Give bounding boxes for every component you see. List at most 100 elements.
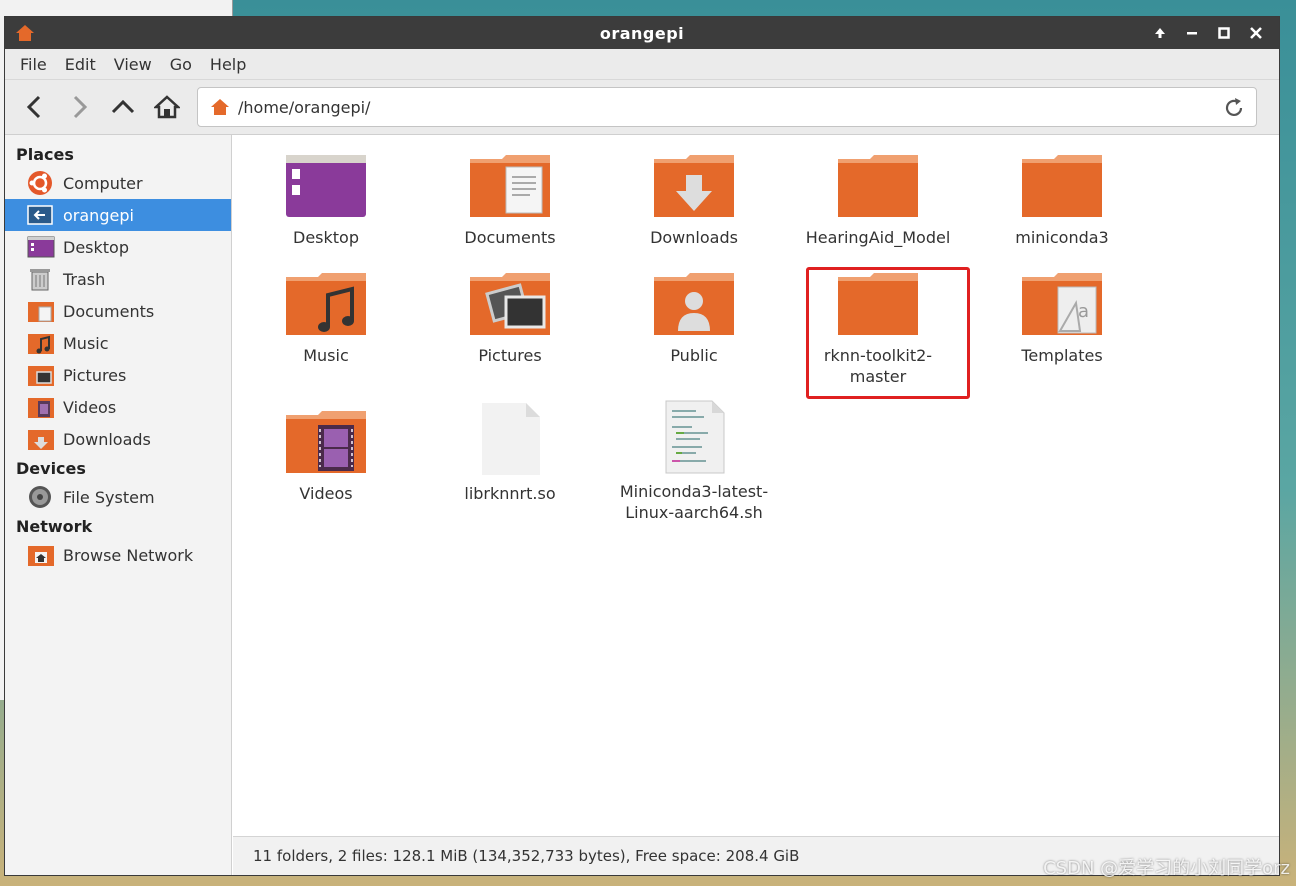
sidebar-item-pictures[interactable]: Pictures [5,359,231,391]
menu-help[interactable]: Help [201,55,255,74]
file-item-miniconda-installer[interactable]: Miniconda3-latest- Linux-aarch64.sh [604,399,784,523]
file-label: Documents [464,228,556,247]
computer-icon [28,171,52,195]
file-icon [482,403,540,475]
public-folder-icon [654,273,734,335]
sidebar-item-desktop[interactable]: Desktop [5,231,231,263]
file-item-templates[interactable]: a Templates [972,269,1152,366]
sidebar-item-label: Downloads [63,429,151,449]
downloads-folder-icon [654,155,734,217]
sidebar-item-orangepi[interactable]: orangepi [5,199,231,231]
file-item-videos[interactable]: Videos [236,407,416,504]
refresh-icon[interactable] [1222,96,1246,120]
file-label: librknnrt.so [464,484,556,503]
music-folder-icon [286,273,366,335]
home-icon [154,95,180,119]
menu-edit[interactable]: Edit [56,55,105,74]
file-label: Public [670,346,718,365]
home-button[interactable] [145,85,189,129]
folder-icon [1022,155,1102,217]
sidebar-item-label: Trash [63,269,106,289]
videos-folder-icon [286,411,366,473]
sidebar-item-label: Computer [63,173,143,193]
file-label: HearingAid_Model [805,228,951,247]
back-button[interactable] [13,85,57,129]
maximize-button[interactable] [1211,21,1237,45]
chevron-up-icon [111,99,135,114]
sidebar-item-file-system[interactable]: File System [5,481,231,513]
address-path: /home/orangepi/ [238,97,371,117]
sidebar-item-label: Pictures [63,365,127,385]
file-item-hearingaid-model[interactable]: HearingAid_Model [788,151,968,248]
file-label: Pictures [478,346,542,365]
folder-icon [838,155,918,217]
chevron-left-icon [26,95,41,119]
file-item-public[interactable]: Public [604,269,784,366]
forward-button[interactable] [57,85,101,129]
sidebar-item-videos[interactable]: Videos [5,391,231,423]
network-header: Network [16,517,93,536]
sidebar-item-downloads[interactable]: Downloads [5,423,231,455]
arrow-up-icon [1155,28,1165,38]
documents-folder-icon [470,155,550,217]
file-item-miniconda3[interactable]: miniconda3 [972,151,1152,248]
home-icon [16,25,34,41]
menu-go[interactable]: Go [161,55,201,74]
file-item-desktop[interactable]: Desktop [236,151,416,248]
file-label: Music [303,346,349,365]
address-bar[interactable]: /home/orangepi/ [197,87,1257,127]
sidebar-item-trash[interactable]: Trash [5,263,231,295]
trash-icon [30,269,50,291]
desktop-icon [27,236,55,258]
up-button[interactable] [101,85,145,129]
pictures-folder-icon [28,366,54,386]
close-icon [1250,27,1262,39]
keep-above-button[interactable] [1147,21,1173,45]
file-item-downloads[interactable]: Downloads [604,151,784,248]
sidebar-item-documents[interactable]: Documents [5,295,231,327]
file-label: miniconda3 [1015,228,1109,247]
templates-folder-icon: a [1022,273,1102,335]
toolbar: /home/orangepi/ [5,80,1279,135]
sidebar-item-computer[interactable]: Computer [5,167,231,199]
file-grid: Desktop Documents Downloads HearingAid_M… [232,135,1279,875]
sidebar-item-label: Music [63,333,109,353]
sidebar-item-label: Documents [63,301,155,321]
file-item-librknnrt[interactable]: librknnrt.so [420,401,600,504]
maximize-icon [1218,27,1230,39]
sidebar-item-label: File System [63,487,155,507]
documents-folder-icon [28,302,54,322]
close-button[interactable] [1243,21,1269,45]
title-bar: orangepi [5,17,1279,49]
svg-text:a: a [1078,301,1089,322]
file-label: Desktop [293,228,359,247]
file-manager-window: orangepi File Edit View Go Help /home/or… [4,16,1280,876]
window-title: orangepi [599,23,685,43]
file-label: Downloads [650,228,738,247]
desktop-folder-icon [286,155,366,217]
status-text: 11 folders, 2 files: 128.1 MiB (134,352,… [253,847,800,865]
sidebar-item-label: Videos [63,397,117,417]
chevron-right-icon [73,95,88,119]
menu-bar: File Edit View Go Help [5,49,1279,80]
devices-header: Devices [16,459,86,478]
file-item-documents[interactable]: Documents [420,151,600,248]
videos-folder-icon [28,398,54,418]
sidebar-item-browse-network[interactable]: Browse Network [5,539,231,571]
drive-icon [29,486,51,508]
file-item-music[interactable]: Music [236,269,416,366]
pictures-folder-icon [470,273,550,335]
menu-file[interactable]: File [11,55,56,74]
sidebar-item-label: orangepi [63,205,134,225]
sidebar-item-label: Desktop [63,237,129,257]
menu-view[interactable]: View [105,55,161,74]
sidebar: Places Computer orangepi Desktop Trash D… [5,135,232,875]
sidebar-item-music[interactable]: Music [5,327,231,359]
file-label: Templates [1021,346,1103,365]
minimize-icon [1187,32,1197,35]
home-folder-icon [27,205,53,225]
file-label: Miniconda3-latest- Linux-aarch64.sh [619,482,769,522]
file-item-pictures[interactable]: Pictures [420,269,600,366]
minimize-button[interactable] [1179,21,1205,45]
file-label: Videos [299,484,353,503]
